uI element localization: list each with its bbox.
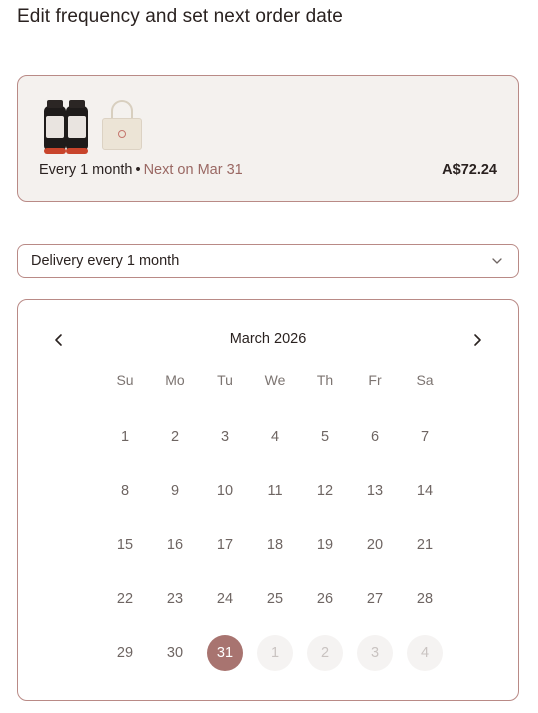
calendar-day-label: 21 bbox=[416, 537, 434, 553]
calendar-day-label: 25 bbox=[266, 591, 284, 607]
separator-dot: • bbox=[135, 162, 141, 178]
weekday-label: Su bbox=[116, 372, 134, 388]
calendar-day[interactable]: 3 bbox=[200, 410, 250, 464]
calendar-day[interactable]: 27 bbox=[350, 572, 400, 626]
weekday-header: Su Mo Tu We Th Fr Sa bbox=[100, 372, 450, 388]
calendar-day-label: 10 bbox=[216, 483, 234, 499]
calendar-day[interactable]: 22 bbox=[100, 572, 150, 626]
calendar-day[interactable]: 14 bbox=[400, 464, 450, 518]
tote-bag-image bbox=[100, 96, 144, 152]
calendar-day[interactable]: 23 bbox=[150, 572, 200, 626]
calendar-day[interactable]: 8 bbox=[100, 464, 150, 518]
frequency-text: Every 1 month bbox=[39, 162, 133, 178]
calendar-day-disabled: 4 bbox=[400, 626, 450, 680]
supplement-bottles-image bbox=[42, 96, 90, 154]
calendar-month-label: March 2026 bbox=[229, 331, 307, 347]
calendar-day-label: 22 bbox=[116, 591, 134, 607]
calendar-day-label: 15 bbox=[116, 537, 134, 553]
calendar-day[interactable]: 16 bbox=[150, 518, 200, 572]
product-thumbnails bbox=[42, 96, 144, 154]
calendar-day-label: 5 bbox=[320, 429, 330, 445]
order-price: A$72.24 bbox=[442, 162, 497, 178]
calendar-day-label: 8 bbox=[120, 483, 130, 499]
calendar-day-label: 2 bbox=[170, 429, 180, 445]
calendar-day[interactable]: 30 bbox=[150, 626, 200, 680]
calendar-day-label: 31 bbox=[207, 635, 243, 671]
weekday-label: Tu bbox=[217, 372, 233, 388]
calendar-day-label: 12 bbox=[316, 483, 334, 499]
frequency-summary: Every 1 month • Next on Mar 31 bbox=[39, 162, 243, 178]
calendar-day[interactable]: 11 bbox=[250, 464, 300, 518]
calendar-day[interactable]: 24 bbox=[200, 572, 250, 626]
calendar-day-label: 24 bbox=[216, 591, 234, 607]
next-month-button[interactable] bbox=[467, 330, 487, 350]
subscription-summary-card: Every 1 month • Next on Mar 31 A$72.24 bbox=[17, 75, 519, 202]
calendar-day[interactable]: 10 bbox=[200, 464, 250, 518]
calendar-day-selected[interactable]: 31 bbox=[200, 626, 250, 680]
calendar-day-label: 29 bbox=[116, 645, 134, 661]
page-title: Edit frequency and set next order date bbox=[17, 6, 343, 27]
calendar-day-label: 3 bbox=[357, 635, 393, 671]
calendar-day-label: 2 bbox=[307, 635, 343, 671]
calendar-day-label: 6 bbox=[370, 429, 380, 445]
weekday-label: Fr bbox=[368, 372, 382, 388]
calendar-day-label: 4 bbox=[270, 429, 280, 445]
calendar-day[interactable]: 7 bbox=[400, 410, 450, 464]
calendar-day-label: 11 bbox=[267, 483, 283, 499]
calendar-day[interactable]: 15 bbox=[100, 518, 150, 572]
calendar-day[interactable]: 13 bbox=[350, 464, 400, 518]
calendar-day[interactable]: 20 bbox=[350, 518, 400, 572]
weekday-label: Th bbox=[316, 372, 334, 388]
calendar-day[interactable]: 2 bbox=[150, 410, 200, 464]
calendar-day-label: 19 bbox=[316, 537, 334, 553]
calendar-day-label: 1 bbox=[257, 635, 293, 671]
calendar-day[interactable]: 17 bbox=[200, 518, 250, 572]
calendar-days-grid: 1 2 3 4 5 6 7 8 9 10 11 12 13 14 15 16 17 18 19 20 21 22 23 24 2… bbox=[100, 410, 450, 680]
calendar-day[interactable]: 28 bbox=[400, 572, 450, 626]
next-order-date: Next on Mar 31 bbox=[143, 162, 243, 178]
calendar-day-label: 23 bbox=[166, 591, 184, 607]
calendar-day-label: 27 bbox=[366, 591, 384, 607]
calendar-day[interactable]: 21 bbox=[400, 518, 450, 572]
calendar-day[interactable]: 9 bbox=[150, 464, 200, 518]
calendar-day-disabled: 1 bbox=[250, 626, 300, 680]
weekday-label: We bbox=[264, 372, 286, 388]
calendar-day-label: 9 bbox=[170, 483, 180, 499]
calendar-day-label: 13 bbox=[366, 483, 384, 499]
calendar-day-label: 17 bbox=[216, 537, 234, 553]
date-picker-calendar: March 2026 Su Mo Tu We Th Fr Sa 12345678… bbox=[17, 299, 519, 701]
calendar-day-label: 16 bbox=[166, 537, 184, 553]
calendar-day-disabled: 3 bbox=[350, 626, 400, 680]
calendar-day-label: 28 bbox=[416, 591, 434, 607]
calendar-day[interactable]: 4 bbox=[250, 410, 300, 464]
calendar-day-label: 3 bbox=[220, 429, 230, 445]
calendar-day-label: 7 bbox=[420, 429, 430, 445]
calendar-day-label: 18 bbox=[266, 537, 284, 553]
weekday-label: Mo bbox=[165, 372, 185, 388]
calendar-day[interactable]: 19 bbox=[300, 518, 350, 572]
calendar-day-label: 26 bbox=[316, 591, 334, 607]
calendar-day-label: 14 bbox=[416, 483, 434, 499]
calendar-day[interactable]: 6 bbox=[350, 410, 400, 464]
calendar-day[interactable]: 12 bbox=[300, 464, 350, 518]
calendar-day[interactable]: 29 bbox=[100, 626, 150, 680]
calendar-day-label: 30 bbox=[166, 645, 184, 661]
calendar-day[interactable]: 25 bbox=[250, 572, 300, 626]
calendar-day[interactable]: 26 bbox=[300, 572, 350, 626]
calendar-day-label: 1 bbox=[120, 429, 130, 445]
delivery-frequency-select[interactable]: Delivery every 1 month bbox=[17, 244, 519, 278]
chevron-right-icon bbox=[474, 334, 481, 346]
chevron-down-icon bbox=[492, 258, 502, 264]
calendar-day[interactable]: 18 bbox=[250, 518, 300, 572]
calendar-day[interactable]: 1 bbox=[100, 410, 150, 464]
weekday-label: Sa bbox=[416, 372, 434, 388]
delivery-frequency-value: Delivery every 1 month bbox=[31, 253, 180, 269]
calendar-day-disabled: 2 bbox=[300, 626, 350, 680]
calendar-day-label: 20 bbox=[366, 537, 384, 553]
calendar-day-label: 4 bbox=[407, 635, 443, 671]
calendar-day[interactable]: 5 bbox=[300, 410, 350, 464]
